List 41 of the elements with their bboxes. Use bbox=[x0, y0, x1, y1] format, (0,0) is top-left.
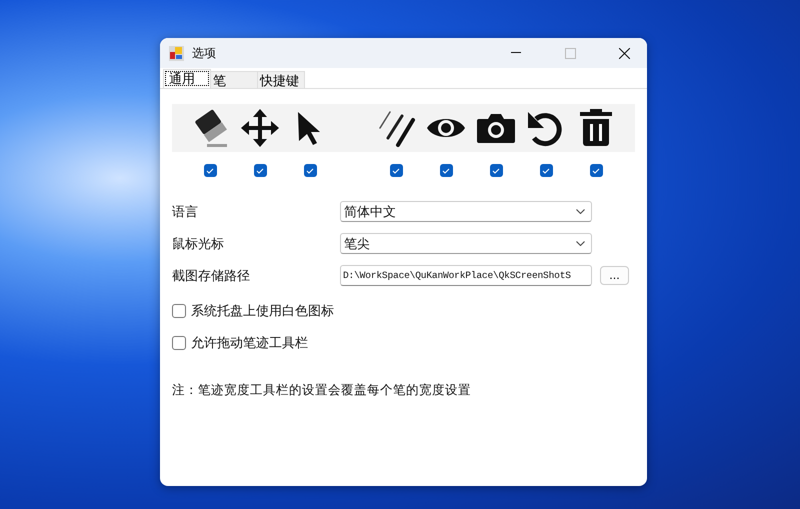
browse-button[interactable]: ... bbox=[600, 266, 629, 285]
checkbox[interactable] bbox=[440, 164, 452, 177]
trash-icon bbox=[579, 109, 613, 147]
chevron-icon bbox=[576, 209, 585, 214]
note-text: 注：笔迹宽度工具栏的设置会覆盖每个笔的宽度设置 bbox=[172, 382, 472, 399]
tab[interactable]: 笔 bbox=[210, 71, 258, 88]
path-field[interactable]: D:\WorkSpace\QuKanWorkPlace\QkSCreenShotS bbox=[340, 265, 592, 286]
dropdown[interactable]: 简体中文 bbox=[340, 201, 592, 222]
tab[interactable]: 通用 bbox=[163, 69, 211, 88]
window-title: 选项 bbox=[192, 44, 217, 62]
checkbox[interactable] bbox=[304, 164, 316, 177]
checkbox-label: 系统托盘上使用白色图标 bbox=[191, 303, 334, 320]
chevron-icon bbox=[576, 241, 585, 246]
checkmark-icon bbox=[442, 168, 450, 174]
close-icon bbox=[618, 48, 630, 58]
tab[interactable]: 快捷键 bbox=[257, 71, 305, 88]
checkbox[interactable] bbox=[390, 164, 402, 177]
checkbox[interactable] bbox=[204, 164, 216, 177]
checkmark-icon bbox=[206, 168, 214, 174]
checkbox[interactable] bbox=[254, 164, 266, 177]
checkbox-label: 允许拖动笔迹工具栏 bbox=[191, 335, 308, 352]
checkmark-icon bbox=[392, 168, 400, 174]
dropdown[interactable]: 笔尖 bbox=[340, 233, 592, 254]
checkbox[interactable] bbox=[490, 164, 502, 177]
app-icon bbox=[169, 46, 184, 60]
checkmark-icon bbox=[592, 168, 600, 174]
checkbox[interactable] bbox=[590, 164, 602, 177]
checkbox[interactable] bbox=[540, 164, 552, 177]
field-label: 语言 bbox=[172, 204, 199, 220]
camera-icon bbox=[476, 111, 516, 145]
move-arrows-icon bbox=[240, 108, 280, 148]
checkbox[interactable] bbox=[172, 336, 186, 350]
checkbox[interactable] bbox=[172, 304, 186, 318]
field-label: 截图存储路径 bbox=[172, 268, 251, 284]
checkmark-icon bbox=[256, 168, 264, 174]
maximize-icon bbox=[564, 48, 576, 58]
field-label: 鼠标光标 bbox=[172, 236, 225, 252]
minimize-icon bbox=[511, 52, 521, 54]
checkmark-icon bbox=[542, 168, 550, 174]
checkmark-icon bbox=[492, 168, 500, 174]
checkmark-icon bbox=[306, 168, 314, 174]
